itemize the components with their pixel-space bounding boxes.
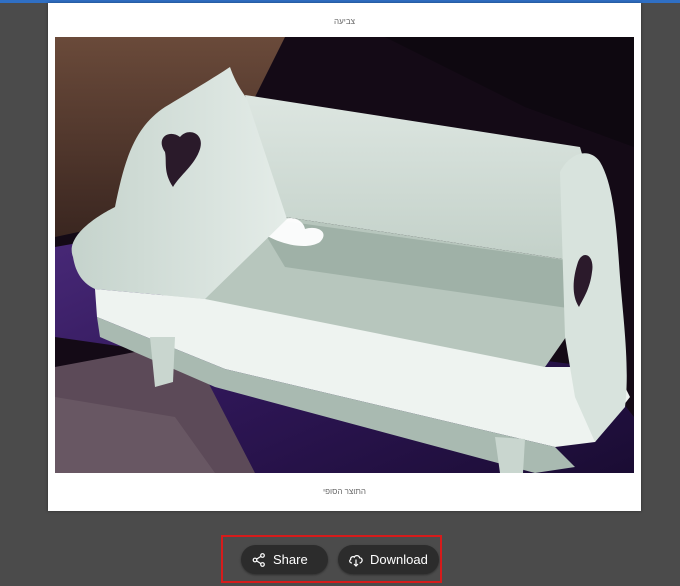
download-button-label: Download: [370, 552, 428, 567]
caption-bottom: התוצר הסופי: [323, 487, 366, 496]
image-viewer: צביעה התוצר הסופי Share Download: [0, 0, 680, 586]
share-button[interactable]: Share: [241, 545, 328, 574]
share-button-label: Share: [273, 552, 308, 567]
cloud-download-icon: [348, 552, 364, 568]
photo-wooden-cradle: [55, 37, 634, 473]
document-page: צביעה התוצר הסופי: [48, 3, 641, 511]
caption-top: צביעה: [334, 17, 355, 26]
share-icon: [251, 552, 267, 568]
download-button[interactable]: Download: [338, 545, 439, 574]
